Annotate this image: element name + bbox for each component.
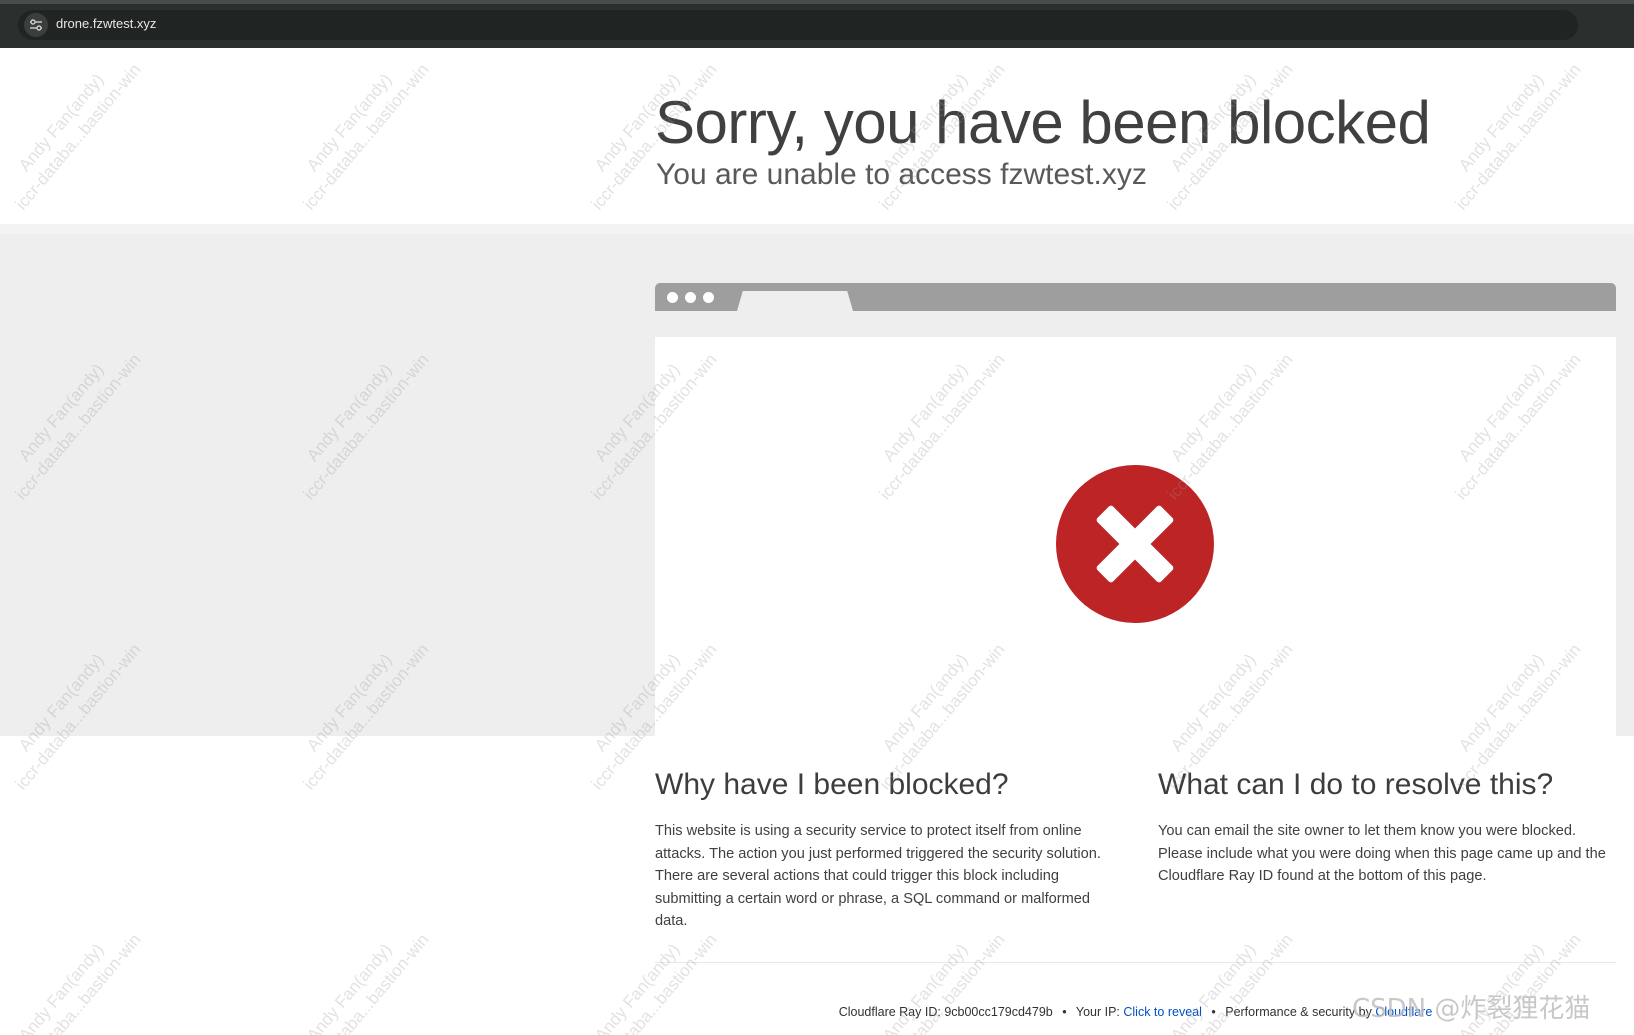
csdn-watermark: CSDN @炸裂狸花猫 <box>1352 994 1591 1024</box>
watermark-line: iccr-databa...bastion-win <box>875 930 1009 1035</box>
watermark-text: Andy Fan(andy) iccr-databa...bastion-win <box>0 915 146 1035</box>
browser-illustration-bar <box>655 283 1616 311</box>
why-blocked-heading: Why have I been blocked? <box>655 768 1009 801</box>
resolve-heading: What can I do to resolve this? <box>1158 768 1554 801</box>
watermark-line: Andy Fan(andy) <box>303 940 396 1035</box>
window-dot-icon <box>703 292 714 303</box>
watermark-line: iccr-databa...bastion-win <box>299 930 433 1035</box>
ray-id-label: Cloudflare Ray ID: <box>838 1005 941 1019</box>
browser-illustration-window <box>655 337 1616 736</box>
watermark-text: Andy Fan(andy) iccr-databa...bastion-win <box>282 915 434 1035</box>
why-blocked-section: Why have I been blocked? This website is… <box>655 768 1120 933</box>
watermark-line: iccr-databa...bastion-win <box>11 930 145 1035</box>
browser-toolbar: drone.fzwtest.xyz <box>0 0 1634 48</box>
page-title: Sorry, you have been blocked <box>655 89 1431 156</box>
resolve-text: You can email the site owner to let them… <box>1158 823 1606 884</box>
footer-separator: • <box>1211 1005 1216 1019</box>
window-dot-icon <box>667 292 678 303</box>
page-subtitle: You are unable to access fzwtest.xyz <box>656 158 1147 191</box>
address-bar[interactable]: drone.fzwtest.xyz <box>18 10 1578 40</box>
page-header: Sorry, you have been blocked You are una… <box>0 48 1634 224</box>
why-blocked-text: This website is using a security service… <box>655 823 1101 929</box>
ray-id-value: 9cb00cc179cd479b <box>944 1005 1053 1019</box>
performance-label: Performance & security by <box>1225 1005 1372 1019</box>
url-text[interactable]: drone.fzwtest.xyz <box>56 16 156 31</box>
footer-separator: • <box>1062 1005 1067 1019</box>
watermark-line: Andy Fan(andy) <box>15 940 108 1035</box>
window-dot-icon <box>685 292 696 303</box>
reveal-ip-link[interactable]: Click to reveal <box>1123 1005 1202 1019</box>
error-x-icon <box>1056 465 1214 623</box>
tune-icon[interactable] <box>24 13 48 37</box>
watermark-line: iccr-databa...bastion-win <box>587 930 721 1035</box>
footer-divider <box>655 962 1616 963</box>
resolve-section: What can I do to resolve this? You can e… <box>1158 768 1620 888</box>
watermark-line: iccr-databa...bastion-win <box>1163 930 1297 1035</box>
browser-tab-shape <box>737 291 853 311</box>
ip-label: Your IP: <box>1075 1005 1120 1019</box>
